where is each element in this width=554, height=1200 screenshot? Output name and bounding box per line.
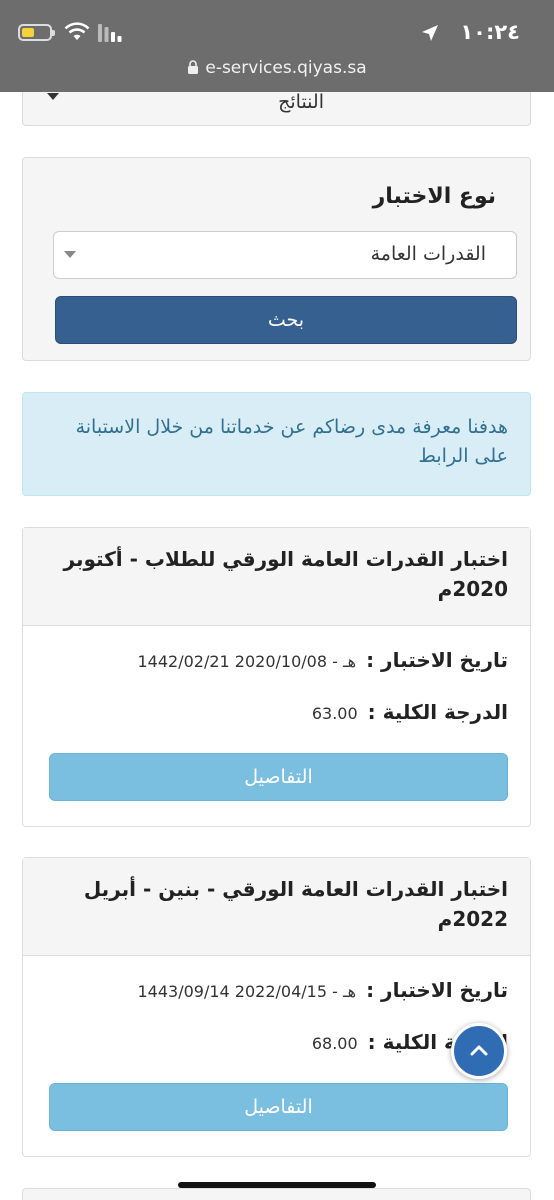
details-button[interactable]: التفاصيل bbox=[49, 1083, 508, 1131]
total-score-label: الدرجة الكلية : bbox=[367, 700, 508, 724]
results-type-panel: النتائج bbox=[22, 92, 531, 126]
location-arrow-icon bbox=[422, 25, 438, 41]
test-date-row: تاريخ الاختبار : 1442/02/21 هـ - 2020/10/… bbox=[137, 648, 508, 678]
details-button[interactable]: التفاصيل bbox=[49, 753, 508, 801]
test-date-value: 1442/02/21 هـ - 2020/10/08 bbox=[137, 652, 357, 671]
total-score-row: الدرجة الكلية : 63.00 bbox=[312, 700, 508, 730]
result-card-header: اختبار القدرات العامة الورقي - بنين - أب… bbox=[23, 858, 530, 956]
result-title: اختبار القدرات العامة الورقي - بنين - أب… bbox=[83, 877, 508, 931]
search-button[interactable]: بحث bbox=[55, 296, 517, 344]
battery-icon bbox=[18, 24, 55, 41]
total-score-value: 68.00 bbox=[311, 1034, 358, 1053]
test-date-row: تاريخ الاختبار : 1443/09/14 هـ - 2022/04/… bbox=[137, 978, 508, 1008]
test-date-label: تاريخ الاختبار : bbox=[366, 648, 508, 672]
result-card: اختبار القدرات العامة الورقي للطلاب - أك… bbox=[22, 527, 531, 827]
survey-alert: هدفنا معرفة مدى رضاكم عن خدماتنا من خلال… bbox=[22, 392, 531, 496]
result-card: اختبار القدرات العامة الورقي - بنين - أب… bbox=[22, 857, 531, 1157]
wifi-icon bbox=[64, 22, 90, 40]
survey-alert-text: هدفنا معرفة مدى رضاكم عن خدماتنا من خلال… bbox=[75, 416, 508, 467]
result-card-header: اختبار القدرات العامة الورقي للطلاب - أك… bbox=[23, 528, 530, 626]
test-type-selected: القدرات العامة bbox=[370, 243, 486, 265]
filter-panel: نوع الاختبار القدرات العامة بحث bbox=[22, 157, 531, 361]
result-title: اختبار القدرات العامة الورقي للطلاب - أك… bbox=[63, 547, 508, 601]
status-time: ١٠:٢٤ bbox=[460, 20, 520, 44]
results-select-value[interactable]: النتائج bbox=[278, 92, 324, 113]
url-text: e-services.qiyas.sa bbox=[205, 58, 367, 78]
lock-icon bbox=[188, 60, 199, 74]
total-score-value: 63.00 bbox=[311, 704, 358, 723]
test-date-label: تاريخ الاختبار : bbox=[366, 978, 508, 1002]
browser-chrome: ١٠:٢٤ e-services.qiyas.sa bbox=[0, 0, 554, 92]
caret-down-icon bbox=[64, 251, 76, 258]
test-date-value: 1443/09/14 هـ - 2022/04/15 bbox=[137, 982, 357, 1001]
scroll-top-button[interactable] bbox=[451, 1023, 507, 1079]
home-indicator bbox=[178, 1182, 376, 1188]
caret-down-icon bbox=[47, 93, 59, 100]
address-bar[interactable]: e-services.qiyas.sa bbox=[0, 58, 554, 78]
result-card-partial bbox=[22, 1188, 531, 1200]
status-bar: ١٠:٢٤ bbox=[0, 18, 554, 50]
test-type-label: نوع الاختبار bbox=[372, 184, 496, 209]
chevron-up-icon bbox=[470, 1045, 488, 1056]
test-type-select[interactable]: القدرات العامة bbox=[53, 231, 517, 279]
cell-signal-icon bbox=[98, 24, 122, 42]
